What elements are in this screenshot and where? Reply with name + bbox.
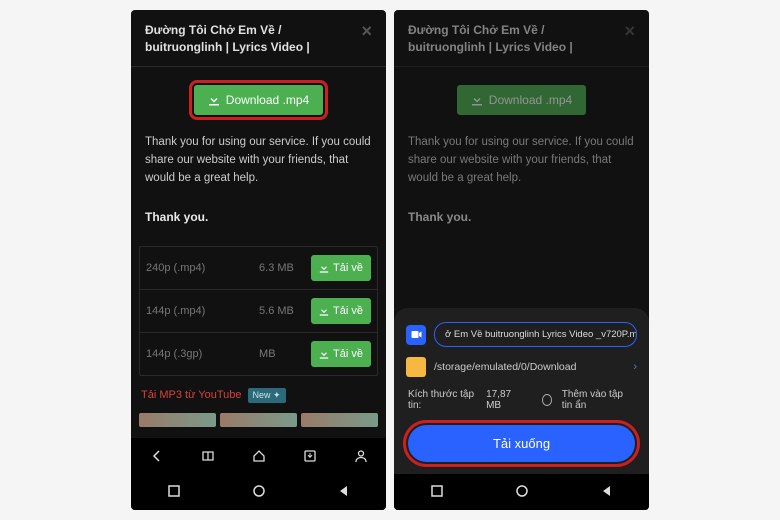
home-icon[interactable] (515, 484, 529, 498)
download-row-button[interactable]: Tải về (311, 255, 371, 281)
download-icon (208, 94, 220, 106)
size-label: 6.3 MB (259, 262, 311, 274)
browser-nav-bar (131, 438, 386, 474)
download-btn-label: Download .mp4 (226, 93, 309, 107)
confirm-download-button[interactable]: Tải xuống (408, 425, 635, 462)
home-icon[interactable] (252, 484, 266, 498)
phone-left: Đường Tôi Chở Em Về / buitruonglinh | Ly… (131, 10, 386, 510)
thank-message: Thank you for using our service. If you … (131, 125, 386, 196)
download-icon (319, 349, 329, 359)
path-row[interactable]: /storage/emulated/0/Download › (406, 357, 637, 377)
back-icon[interactable] (337, 484, 351, 498)
system-nav-bar (131, 474, 386, 510)
table-row: 144p (.3gp) MB Tải về (140, 333, 377, 375)
mp3-youtube-link[interactable]: Tải MP3 từ YouTube New ✦ (131, 376, 386, 409)
new-badge: New ✦ (248, 388, 286, 403)
tabs-icon[interactable] (200, 448, 216, 464)
download-btn-label: Download .mp4 (489, 93, 572, 107)
size-label: MB (259, 348, 311, 360)
modal-title: Đường Tôi Chở Em Về / buitruonglinh | Ly… (145, 22, 353, 56)
download-row-button[interactable]: Tải về (311, 341, 371, 367)
format-label: 240p (.mp4) (146, 262, 259, 274)
video-icon (406, 325, 426, 345)
back-icon[interactable] (600, 484, 614, 498)
modal-title: Đường Tôi Chở Em Về / buitruonglinh | Ly… (408, 22, 616, 56)
format-label: 144p (.3gp) (146, 348, 259, 360)
filename-input[interactable]: ở Em Về buitruonglinh Lyrics Video _v720… (434, 322, 637, 347)
downloads-icon[interactable] (302, 448, 318, 464)
path-label: /storage/emulated/0/Download (434, 357, 625, 377)
modal-header: Đường Tôi Chở Em Về / buitruonglinh | Ly… (394, 10, 649, 67)
modal-header: Đường Tôi Chở Em Về / buitruonglinh | Ly… (131, 10, 386, 67)
recents-icon[interactable] (167, 484, 181, 498)
download-icon (319, 306, 329, 316)
radio-icon[interactable] (542, 394, 552, 406)
size-label: 5.6 MB (259, 305, 311, 317)
system-nav-bar (394, 474, 649, 510)
thank-message: Thank you for using our service. If you … (394, 125, 649, 196)
thank-you: Thank you. (394, 196, 649, 240)
back-icon[interactable] (149, 448, 165, 464)
close-icon[interactable]: × (616, 22, 635, 56)
format-label: 144p (.mp4) (146, 305, 259, 317)
formats-table: 240p (.mp4) 6.3 MB Tải về 144p (.mp4) 5.… (139, 246, 378, 376)
download-sheet: ở Em Về buitruonglinh Lyrics Video _v720… (394, 308, 649, 474)
table-row: 144p (.mp4) 5.6 MB Tải về (140, 290, 377, 333)
download-icon (471, 94, 483, 106)
thumbnail[interactable] (139, 413, 216, 427)
folder-icon (406, 357, 426, 377)
size-label: Kích thước tập tin: (408, 389, 476, 411)
phone-right: Đường Tôi Chở Em Về / buitruonglinh | Ly… (394, 10, 649, 510)
thumbnail[interactable] (220, 413, 297, 427)
download-mp4-button[interactable]: Download .mp4 (457, 85, 586, 115)
thumbnail[interactable] (301, 413, 378, 427)
close-icon[interactable]: × (353, 22, 372, 56)
profile-icon[interactable] (353, 448, 369, 464)
filename-row: ở Em Về buitruonglinh Lyrics Video _v720… (406, 322, 637, 347)
hide-file-label: Thêm vào tập tin ẩn (562, 389, 635, 411)
download-mp4-button[interactable]: Download .mp4 (194, 85, 323, 115)
size-row: Kích thước tập tin: 17,87 MB Thêm vào tậ… (406, 387, 637, 413)
size-value: 17,87 MB (486, 389, 521, 411)
thank-you: Thank you. (131, 196, 386, 240)
thumbnails (131, 409, 386, 429)
table-row: 240p (.mp4) 6.3 MB Tải về (140, 247, 377, 290)
recents-icon[interactable] (430, 484, 444, 498)
download-icon (319, 263, 329, 273)
chevron-right-icon: › (633, 361, 637, 373)
download-row-button[interactable]: Tải về (311, 298, 371, 324)
home-icon[interactable] (251, 448, 267, 464)
